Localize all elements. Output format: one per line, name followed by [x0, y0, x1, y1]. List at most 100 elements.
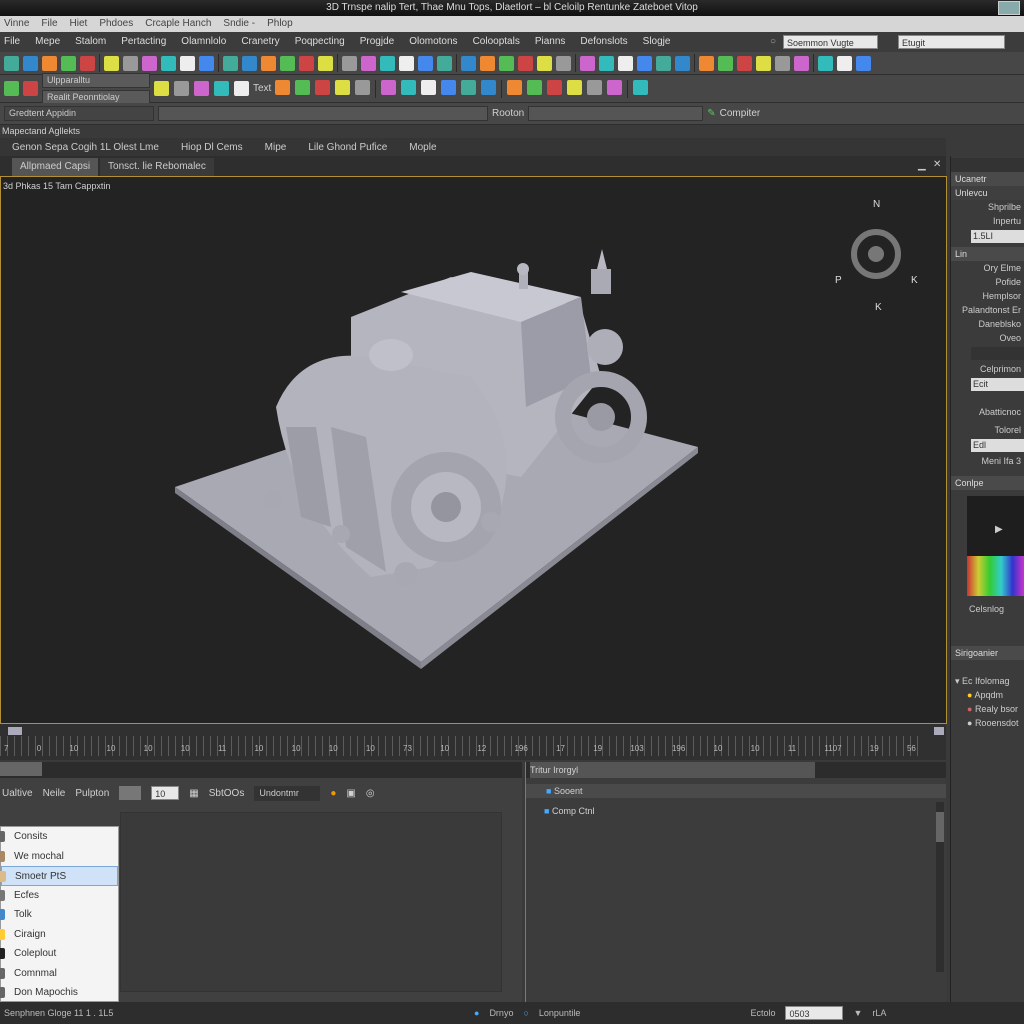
- main-dropdown[interactable]: [158, 106, 488, 121]
- toolbar-label[interactable]: Neile: [43, 788, 66, 799]
- tool-icon[interactable]: [299, 55, 314, 71]
- tool-icon[interactable]: [856, 55, 871, 71]
- tool-icon[interactable]: [199, 55, 214, 71]
- tool-icon[interactable]: [123, 55, 138, 71]
- menu-item[interactable]: Poqpecting: [295, 32, 345, 52]
- view-gizmo[interactable]: [851, 229, 901, 279]
- tool-icon[interactable]: [418, 55, 433, 71]
- tool-icon[interactable]: [461, 79, 477, 95]
- toolbar-label[interactable]: Pulpton: [75, 788, 109, 799]
- tool-icon[interactable]: [242, 55, 257, 71]
- tool-icon[interactable]: [342, 55, 357, 71]
- menu-item[interactable]: File: [4, 32, 20, 52]
- tool-icon[interactable]: [4, 81, 19, 96]
- left-combo[interactable]: Gredtent Appidin: [4, 106, 154, 121]
- menu-item[interactable]: Defonslots: [580, 32, 627, 52]
- tool-icon[interactable]: [142, 55, 157, 71]
- menu-item[interactable]: Phlop: [267, 16, 293, 32]
- tool-icon[interactable]: [180, 55, 195, 71]
- tool-icon[interactable]: [104, 55, 119, 71]
- tool-icon[interactable]: [699, 55, 714, 71]
- tool-icon[interactable]: [818, 55, 833, 71]
- 3d-viewport[interactable]: 3d Phkas 15 Tam Cappxtin N P K K: [0, 176, 947, 724]
- menu-item[interactable]: Don Mapochis: [0, 983, 118, 1003]
- text-tool-label[interactable]: Text: [253, 83, 271, 94]
- tool-icon[interactable]: [480, 55, 495, 71]
- value-field[interactable]: 0503: [785, 1006, 844, 1020]
- tool-icon[interactable]: [275, 79, 291, 95]
- menu-item[interactable]: Ciraign: [0, 925, 118, 945]
- search-input[interactable]: Soemmon Vugte: [783, 35, 878, 49]
- menu-item[interactable]: Pertacting: [121, 32, 166, 52]
- mode-select[interactable]: Undontmr: [254, 785, 321, 801]
- tool-icon[interactable]: [214, 81, 229, 96]
- tool-icon[interactable]: [355, 79, 371, 95]
- scene-item[interactable]: ● Apqdm: [951, 688, 1024, 702]
- timeline-end-handle[interactable]: [934, 727, 944, 735]
- tool-icon[interactable]: [527, 79, 543, 95]
- scrollbar[interactable]: [936, 802, 944, 972]
- tool-icon[interactable]: [42, 55, 57, 71]
- tool-icon[interactable]: [580, 55, 595, 71]
- toolbar-label[interactable]: Ualtive: [2, 788, 33, 799]
- tool-icon[interactable]: [837, 55, 852, 71]
- grid-icon[interactable]: ▦: [189, 788, 198, 799]
- tool-icon[interactable]: [399, 55, 414, 71]
- combo-1[interactable]: Ulpparalltu: [42, 72, 150, 88]
- menu-item[interactable]: Progjde: [360, 32, 394, 52]
- tab-1[interactable]: Tonsct. lie Rebomalec: [100, 158, 214, 176]
- tool-icon[interactable]: [637, 55, 652, 71]
- tool-icon[interactable]: [675, 55, 690, 71]
- tool-icon[interactable]: [518, 55, 533, 71]
- link-item[interactable]: Genon Sepa Cogih 1L Olest Lme: [12, 142, 159, 153]
- menu-item[interactable]: Tolk: [0, 905, 118, 925]
- color-picker[interactable]: ▶: [967, 496, 1024, 596]
- tool-icon[interactable]: [261, 55, 276, 71]
- menu-item[interactable]: Smoetr PtS: [0, 866, 118, 886]
- tool-icon[interactable]: [461, 55, 476, 71]
- tool-icon[interactable]: [335, 79, 351, 95]
- light-icon[interactable]: ●: [330, 788, 336, 799]
- menu-item[interactable]: Ecfes: [0, 886, 118, 906]
- menu-item[interactable]: Crcaple Hanch: [145, 16, 211, 32]
- group-2[interactable]: Lin: [951, 247, 1024, 261]
- 3d-model[interactable]: [1, 177, 946, 723]
- tree-item[interactable]: ■ Sooent: [526, 784, 946, 798]
- tool-icon[interactable]: [633, 79, 649, 95]
- blank-field[interactable]: [971, 347, 1024, 360]
- tool-icon[interactable]: [4, 55, 19, 71]
- color-header[interactable]: Conlpe: [951, 476, 1024, 490]
- tool-icon[interactable]: [223, 55, 238, 71]
- menu-item[interactable]: Mepe: [35, 32, 60, 52]
- status-item[interactable]: Drnyo: [489, 1008, 513, 1018]
- complete-button[interactable]: Compiter: [720, 108, 761, 119]
- menu-item[interactable]: Colooptals: [473, 32, 520, 52]
- tool-icon[interactable]: [775, 55, 790, 71]
- tool-icon[interactable]: [794, 55, 809, 71]
- status-item[interactable]: Ectolo: [750, 1008, 775, 1018]
- workspace-select[interactable]: Etugit: [898, 35, 1005, 49]
- menu-item[interactable]: We mochal: [0, 847, 118, 867]
- filter-icon[interactable]: ▼: [853, 1008, 862, 1018]
- tool-icon[interactable]: [656, 55, 671, 71]
- tool-icon[interactable]: [23, 55, 38, 71]
- menu-item[interactable]: Comnmal: [0, 964, 118, 984]
- tool-icon[interactable]: [718, 55, 733, 71]
- menu-item[interactable]: Sndie -: [223, 16, 255, 32]
- tool-icon[interactable]: [618, 55, 633, 71]
- timeline[interactable]: 7 0 10 10 10 10 11 10 10 10 10 73 10 12 196 17 19 103 196 1…: [0, 724, 946, 760]
- tool-icon[interactable]: [421, 79, 437, 95]
- link-item[interactable]: Lile Ghond Pufice: [308, 142, 387, 153]
- tool-icon[interactable]: [537, 55, 552, 71]
- tool-icon[interactable]: [161, 55, 176, 71]
- color-swatch[interactable]: [119, 786, 142, 800]
- panel-header[interactable]: Ucanetr: [951, 172, 1024, 186]
- tool-icon[interactable]: [61, 55, 76, 71]
- link-item[interactable]: Hiop Dl Cems: [181, 142, 243, 153]
- tool-icon[interactable]: [174, 81, 189, 96]
- menu-item[interactable]: Olamnlolo: [181, 32, 226, 52]
- menu-item[interactable]: Slogje: [643, 32, 671, 52]
- tool-icon[interactable]: [481, 79, 497, 95]
- window-controls[interactable]: [998, 1, 1020, 15]
- tool-icon[interactable]: [499, 55, 514, 71]
